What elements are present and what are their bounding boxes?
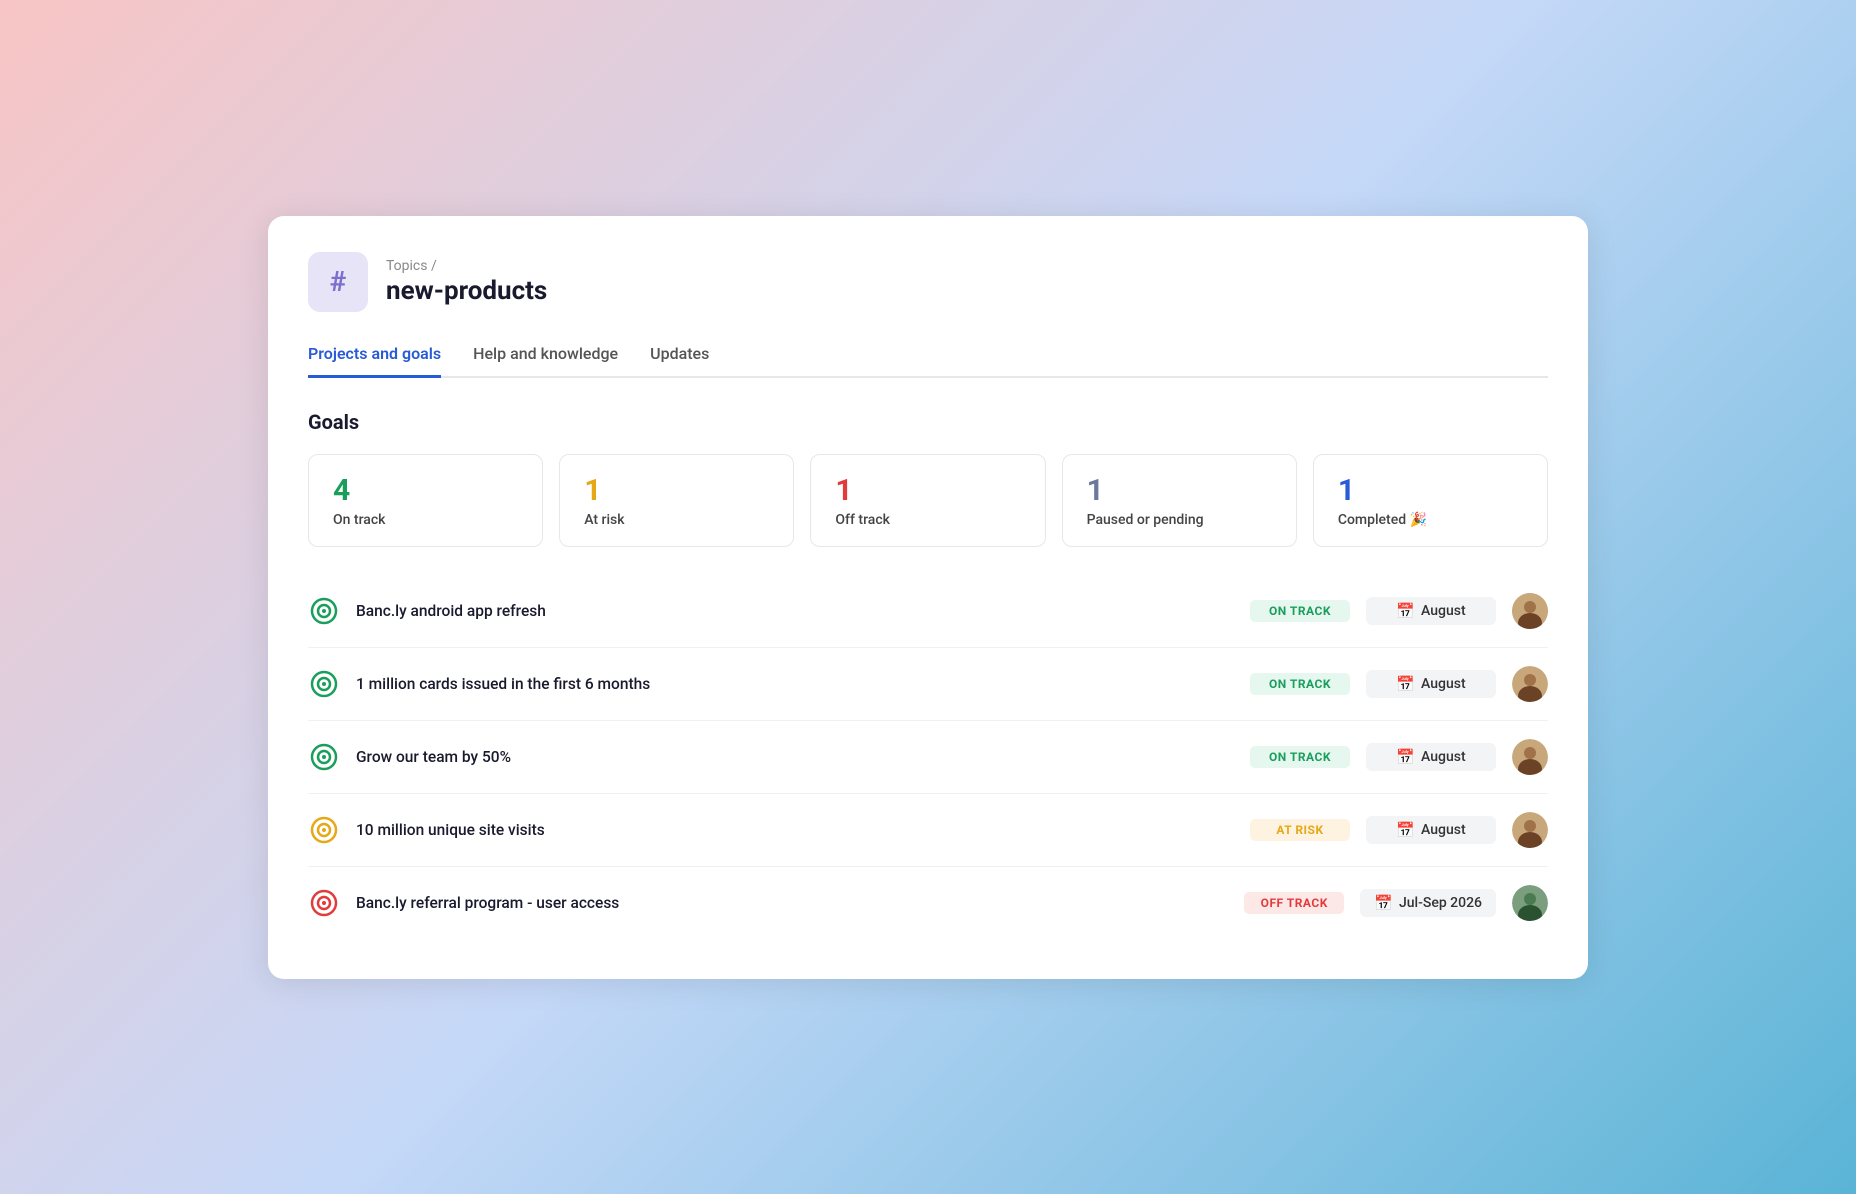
status-badge: ON TRACK	[1250, 673, 1350, 695]
goal-status-icon	[308, 887, 340, 919]
date-badge: 📅 August	[1366, 670, 1496, 698]
calendar-icon: 📅	[1396, 675, 1415, 693]
paused-label: Paused or pending	[1087, 512, 1272, 528]
goal-list: Banc.ly android app refresh ON TRACK 📅 A…	[308, 575, 1548, 939]
status-cards-row: 4 On track 1 At risk 1 Off track 1 Pause…	[308, 454, 1548, 547]
status-card-on-track[interactable]: 4 On track	[308, 454, 543, 547]
date-badge: 📅 August	[1366, 597, 1496, 625]
tab-updates[interactable]: Updates	[650, 344, 709, 378]
date-text: August	[1421, 676, 1466, 692]
completed-label: Completed 🎉	[1338, 512, 1523, 528]
date-text: August	[1421, 603, 1466, 619]
avatar	[1512, 812, 1548, 848]
goal-row[interactable]: 1 million cards issued in the first 6 mo…	[308, 648, 1548, 721]
goal-name: Banc.ly android app refresh	[356, 602, 1234, 620]
on-track-label: On track	[333, 512, 518, 528]
goal-row[interactable]: Grow our team by 50% ON TRACK 📅 August	[308, 721, 1548, 794]
breadcrumb: Topics /	[386, 258, 547, 274]
goal-name: 10 million unique site visits	[356, 821, 1234, 839]
date-badge: 📅 August	[1366, 816, 1496, 844]
goal-row[interactable]: Banc.ly referral program - user access O…	[308, 867, 1548, 939]
header: # Topics / new-products	[308, 252, 1548, 312]
date-text: Jul-Sep 2026	[1399, 895, 1482, 911]
completed-count: 1	[1338, 473, 1523, 508]
goal-status-icon	[308, 741, 340, 773]
date-badge: 📅 August	[1366, 743, 1496, 771]
calendar-icon: 📅	[1374, 894, 1393, 912]
page-title: new-products	[386, 276, 547, 306]
calendar-icon: 📅	[1396, 748, 1415, 766]
goal-name: 1 million cards issued in the first 6 mo…	[356, 675, 1234, 693]
goal-name: Banc.ly referral program - user access	[356, 894, 1228, 912]
date-badge: 📅 Jul-Sep 2026	[1360, 889, 1496, 917]
goal-status-icon	[308, 595, 340, 627]
goal-status-icon	[308, 814, 340, 846]
header-text: Topics / new-products	[386, 258, 547, 306]
status-badge: AT RISK	[1250, 819, 1350, 841]
on-track-count: 4	[333, 473, 518, 508]
main-card: # Topics / new-products Projects and goa…	[268, 216, 1588, 979]
topic-icon: #	[308, 252, 368, 312]
date-text: August	[1421, 822, 1466, 838]
avatar	[1512, 593, 1548, 629]
status-badge: OFF TRACK	[1244, 892, 1344, 914]
status-card-at-risk[interactable]: 1 At risk	[559, 454, 794, 547]
goals-section: Goals 4 On track 1 At risk 1 Off track 1…	[308, 410, 1548, 939]
avatar	[1512, 666, 1548, 702]
tab-help-knowledge[interactable]: Help and knowledge	[473, 344, 618, 378]
at-risk-label: At risk	[584, 512, 769, 528]
calendar-icon: 📅	[1396, 821, 1415, 839]
off-track-label: Off track	[835, 512, 1020, 528]
goal-row[interactable]: 10 million unique site visits AT RISK 📅 …	[308, 794, 1548, 867]
status-badge: ON TRACK	[1250, 746, 1350, 768]
date-text: August	[1421, 749, 1466, 765]
status-card-off-track[interactable]: 1 Off track	[810, 454, 1045, 547]
goal-row[interactable]: Banc.ly android app refresh ON TRACK 📅 A…	[308, 575, 1548, 648]
avatar	[1512, 739, 1548, 775]
goals-heading: Goals	[308, 410, 1548, 434]
tab-projects-goals[interactable]: Projects and goals	[308, 344, 441, 378]
off-track-count: 1	[835, 473, 1020, 508]
at-risk-count: 1	[584, 473, 769, 508]
tab-bar: Projects and goals Help and knowledge Up…	[308, 344, 1548, 378]
status-card-completed[interactable]: 1 Completed 🎉	[1313, 454, 1548, 547]
goal-status-icon	[308, 668, 340, 700]
paused-count: 1	[1087, 473, 1272, 508]
goal-name: Grow our team by 50%	[356, 748, 1234, 766]
calendar-icon: 📅	[1396, 602, 1415, 620]
status-card-paused[interactable]: 1 Paused or pending	[1062, 454, 1297, 547]
status-badge: ON TRACK	[1250, 600, 1350, 622]
avatar	[1512, 885, 1548, 921]
